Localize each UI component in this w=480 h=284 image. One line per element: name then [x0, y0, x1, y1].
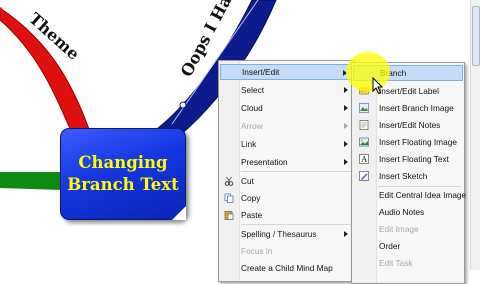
paste-icon	[224, 211, 234, 220]
submenu-item-insert-sketch[interactable]: Insert Sketch	[353, 168, 463, 184]
sketch-icon	[359, 171, 369, 181]
submenu-item-edit-task[interactable]: Edit Task	[353, 255, 463, 271]
submenu-item-insert-floating-text[interactable]: A Insert Floating Text	[353, 151, 463, 167]
floating-text-icon: A	[359, 154, 369, 164]
submenu-arrow-icon	[344, 159, 348, 165]
menu-item-presentation[interactable]: Presentation	[220, 154, 353, 170]
branch-handle[interactable]	[179, 101, 187, 109]
scrollbar-thumb[interactable]	[472, 6, 480, 66]
submenu-item-edit-central-idea-image[interactable]: Edit Central Idea Image	[353, 187, 466, 203]
menu-item-spelling-thesaurus[interactable]: Spelling / Thesaurus	[220, 226, 353, 242]
menu-item-insert-edit[interactable]: Insert/Edit	[220, 64, 353, 80]
submenu-arrow-icon	[344, 87, 348, 93]
menu-item-link[interactable]: Link	[220, 136, 353, 152]
central-idea[interactable]: Changing Branch Text	[60, 128, 186, 220]
menu-item-copy[interactable]: Copy	[220, 190, 353, 206]
submenu-item-audio-notes[interactable]: Audio Notes	[353, 204, 463, 220]
menu-item-cloud[interactable]: Cloud	[220, 100, 353, 116]
svg-text:A: A	[360, 155, 367, 164]
vertical-scrollbar[interactable]	[470, 0, 480, 270]
menu-item-create-child-mind-map[interactable]: Create a Child Mind Map	[220, 260, 353, 276]
submenu-item-order[interactable]: Order	[353, 238, 463, 254]
central-idea-line1: Changing	[78, 153, 168, 172]
menu-item-cut[interactable]: Cut	[220, 173, 353, 189]
submenu-arrow-icon	[344, 231, 348, 237]
menu-item-arrow[interactable]: Arrow	[220, 118, 353, 134]
menu-item-paste[interactable]: Paste	[220, 207, 353, 223]
notes-icon	[359, 120, 369, 130]
menu-separator	[241, 224, 351, 225]
menu-item-select[interactable]: Select	[220, 82, 353, 98]
submenu-item-insert-edit-notes[interactable]: Insert/Edit Notes	[353, 117, 463, 133]
submenu-item-insert-branch-image[interactable]: Insert Branch Image	[353, 100, 463, 116]
floating-image-icon	[359, 137, 369, 147]
submenu-item-insert-floating-image[interactable]: Insert Floating Image	[353, 134, 463, 150]
green-branch[interactable]	[0, 172, 62, 190]
menu-separator	[241, 171, 351, 172]
branch-image-icon	[359, 103, 369, 113]
submenu-arrow-icon	[344, 123, 348, 129]
submenu-arrow-icon	[344, 105, 348, 111]
mouse-cursor-icon	[372, 77, 384, 95]
page-curl	[172, 206, 186, 220]
submenu-arrow-icon	[344, 141, 348, 147]
context-menu: Insert/Edit Select Cloud Arrow Link Pres…	[218, 60, 355, 282]
scissors-icon	[224, 176, 234, 186]
central-idea-line2: Branch Text	[67, 175, 179, 194]
submenu-item-edit-image[interactable]: Edit Image	[353, 221, 463, 237]
menu-item-focus-in[interactable]: Focus in	[220, 243, 353, 259]
insert-edit-submenu: Branch Insert/Edit Label Insert Branch I…	[351, 62, 466, 284]
copy-icon	[224, 193, 234, 203]
